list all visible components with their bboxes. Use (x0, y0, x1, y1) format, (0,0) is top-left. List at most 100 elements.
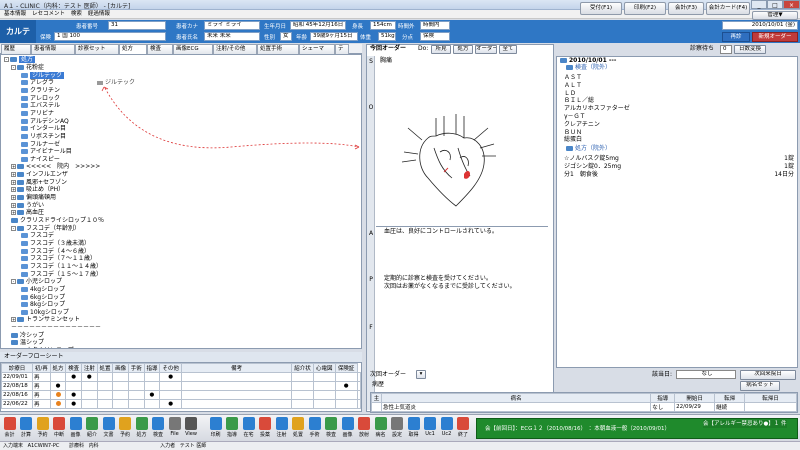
soap-p-label[interactable]: P (367, 276, 375, 283)
toolbar-button[interactable]: 投薬 (258, 416, 273, 440)
rx-item-name[interactable]: ジゴシン錠0．25mg (564, 163, 621, 171)
admin-menu-button[interactable]: 管理▼ (752, 11, 798, 20)
gaitobi-field[interactable]: なし (676, 370, 736, 379)
tab-lab[interactable]: 検査 (147, 44, 173, 54)
lab-item[interactable]: ＡＳＴ (564, 74, 582, 82)
toolbar-button[interactable]: 検査 (324, 416, 339, 440)
p-text-line1[interactable]: 定期的に診察と検査を受けてください。 (384, 275, 492, 283)
reception-button[interactable]: 受付(F1) (580, 2, 622, 15)
table-row[interactable]: 22/08/16 再 ● ● (1, 390, 361, 400)
toolbar-button[interactable]: 紹介 (85, 416, 100, 440)
table-row[interactable]: 22/09/01 再 ● ● ● (1, 372, 361, 382)
column-header[interactable]: その他 (159, 363, 183, 373)
column-header[interactable]: 保険証 (334, 363, 358, 373)
toolbar-button[interactable]: 計算 (19, 416, 34, 440)
toolbar-button[interactable]: 処方 (134, 416, 149, 440)
print-button[interactable]: 印刷(F2) (624, 2, 666, 15)
toolbar-button[interactable]: 指導 (225, 416, 240, 440)
name-field[interactable]: 未来 未来 (204, 32, 260, 41)
toolbar-button[interactable]: File (167, 416, 182, 440)
column-header[interactable]: 指導 (143, 363, 161, 373)
column-header[interactable]: 処方 (49, 363, 67, 373)
menu-item-history[interactable]: 経過情報 (88, 10, 110, 19)
menu-item-basic[interactable]: 基本情報 (4, 10, 26, 19)
column-header[interactable]: 手術 (127, 363, 145, 373)
toolbar-button[interactable]: 予約 (35, 416, 50, 440)
toolbar-button[interactable]: Uc2 (439, 416, 454, 440)
column-header[interactable]: 検査 (65, 363, 82, 373)
kana-field[interactable]: ミライ ミライ (204, 21, 260, 30)
days-convert-button[interactable]: 日数変換 (734, 45, 766, 54)
column-header[interactable]: 備考 (181, 363, 293, 373)
column-header[interactable]: 診療日 (1, 363, 33, 373)
table-row[interactable]: 高血圧 (371, 411, 797, 412)
tab-procedure[interactable]: 処置手術 (257, 44, 299, 54)
table-row[interactable]: 22/06/22 再 ● ● (1, 399, 361, 409)
toolbar-button[interactable]: 中断 (52, 416, 67, 440)
soap-o-label[interactable]: O (367, 104, 375, 111)
tab-schema[interactable]: シェーマ (299, 44, 335, 54)
table-row[interactable]: 22/08/18 再 ● ● (1, 381, 361, 391)
lab-item[interactable]: γ－ＧＴ (564, 113, 586, 121)
patient-no-field[interactable]: 31 (108, 21, 166, 30)
toolbar-button[interactable]: View (184, 416, 199, 440)
toolbar-button[interactable]: 注射 (274, 416, 289, 440)
lab-item[interactable]: クレアチニン (564, 121, 600, 129)
s-text[interactable]: 胸痛 (380, 57, 392, 65)
next-visit-button[interactable]: 次回来院日 (740, 370, 796, 380)
toolbar-button[interactable]: 設定 (390, 416, 405, 440)
minimize-button[interactable]: _ (751, 0, 767, 9)
column-header[interactable]: 画像 (112, 363, 129, 373)
do-all-button[interactable]: 全て (499, 45, 517, 54)
toolbar-button[interactable]: 予約 (118, 416, 133, 440)
do-rx-button[interactable]: 処方 (453, 45, 473, 54)
column-header[interactable]: 注射 (81, 363, 98, 373)
time-select[interactable]: 時間内 (420, 21, 450, 30)
do-order-button[interactable]: オーダー (475, 45, 497, 54)
toolbar-button[interactable]: 会計 (2, 416, 17, 440)
menu-item-search[interactable]: 検索 (71, 10, 82, 19)
toolbar-button[interactable]: 病名 (373, 416, 388, 440)
p-text-line2[interactable]: 次回はお薬がなくなるまでに受診してください。 (384, 283, 516, 291)
expand-toggle[interactable]: + (11, 348, 16, 349)
column-header[interactable]: 転帰 (714, 393, 746, 403)
lab-folder[interactable]: 検査（院外） (566, 64, 611, 72)
accounting-button[interactable]: 会計(F3) (668, 2, 704, 15)
toolbar-button[interactable]: 手術 (307, 416, 322, 440)
column-header[interactable]: 紹介状 (291, 363, 314, 373)
maximize-button[interactable]: □ (767, 0, 783, 9)
tab-patient-info[interactable]: 患者情報 (31, 44, 75, 54)
column-header[interactable]: 心電図 (312, 363, 336, 373)
column-header[interactable]: 指導 (650, 393, 676, 403)
close-button[interactable]: × (783, 0, 800, 9)
column-header[interactable]: 開始日 (674, 393, 716, 403)
lab-item[interactable]: ＡＬＴ (564, 82, 582, 90)
tab-history[interactable]: 履歴 (1, 44, 31, 54)
next-order-dropdown[interactable]: ▾ (416, 370, 426, 379)
tab-exam-set[interactable]: 診察セット (75, 44, 119, 54)
lab-item[interactable]: アルカリホスファターゼ (564, 105, 630, 113)
toolbar-button[interactable]: 画像 (68, 416, 83, 440)
toolbar-button[interactable]: 印刷 (208, 416, 223, 440)
toolbar-button[interactable]: 処置 (291, 416, 306, 440)
visit-date-field[interactable]: 2010/10/01 (金) (722, 21, 798, 30)
toolbar-button[interactable]: 検査 (151, 416, 166, 440)
toolbar-button[interactable]: 画像 (340, 416, 355, 440)
toolbar-button[interactable]: Uc1 (423, 416, 438, 440)
bunten-select[interactable]: 保険 (420, 32, 450, 41)
toolbar-button[interactable]: 取得 (406, 416, 421, 440)
toolbar-button[interactable]: 在宅 (241, 416, 256, 440)
lab-item[interactable]: 総蛋白 (564, 136, 582, 144)
column-header[interactable]: 初/再 (31, 363, 51, 373)
soap-f-label[interactable]: F (367, 324, 375, 331)
rx-item-name[interactable]: ☆ノルバスク錠5mg (564, 155, 619, 163)
revisit-button[interactable]: 再診 (722, 32, 750, 42)
tab-image-ecg[interactable]: 画像ECG (173, 44, 213, 54)
new-order-button[interactable]: 新規オーダー (752, 32, 798, 42)
days-field[interactable]: 0 (720, 45, 732, 54)
column-header[interactable]: 主 (371, 393, 382, 403)
insurance-select[interactable]: 1 国 100 (54, 32, 166, 41)
a-text[interactable]: 血圧は、良好にコントロールされている。 (384, 228, 498, 236)
column-header[interactable]: 転帰日 (744, 393, 797, 403)
tab-prescription[interactable]: 処方 (119, 44, 147, 54)
